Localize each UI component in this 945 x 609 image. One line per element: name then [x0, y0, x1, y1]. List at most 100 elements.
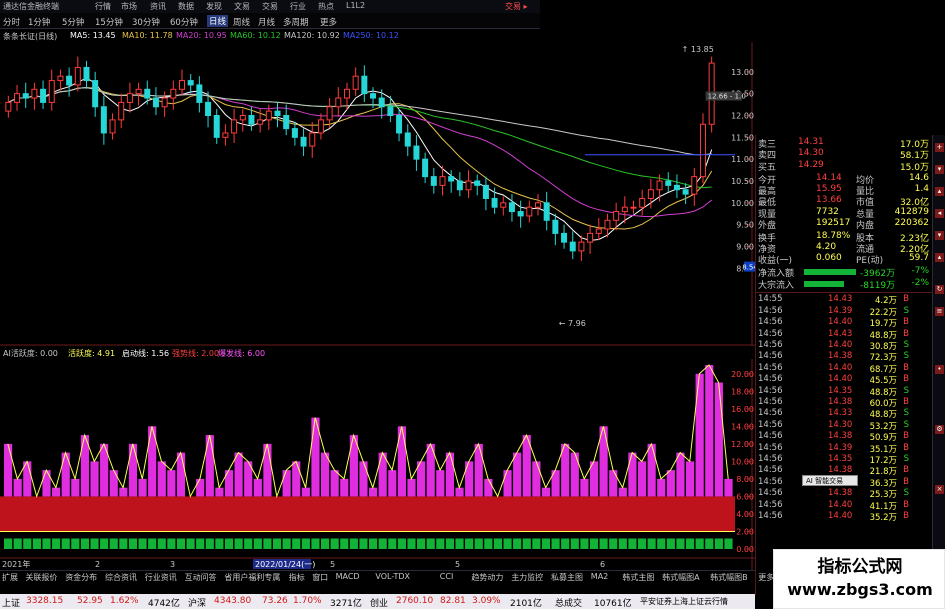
plus-icon[interactable]: +	[935, 143, 944, 152]
tick-side: B	[903, 362, 909, 373]
ma120-label: MA120: 10.92	[284, 31, 340, 40]
indicator-tab[interactable]: 综合资讯	[105, 572, 137, 583]
activity-base-bar	[90, 538, 99, 549]
menu-faxian[interactable]: 发现	[206, 1, 222, 12]
activity-base-bar	[695, 538, 704, 549]
indicator-tab[interactable]: VOL-TDX	[375, 572, 410, 581]
indicator-tab[interactable]: CCI	[440, 572, 454, 581]
activity-bar	[71, 478, 80, 497]
candle-body	[265, 110, 272, 121]
activity-base-bar	[359, 538, 368, 549]
period-daily[interactable]: 日线	[207, 15, 229, 27]
indicator-tab[interactable]: 关联报价	[25, 572, 57, 583]
trade-link[interactable]: 交易 ▸	[505, 1, 528, 12]
period-1min[interactable]: 1分钟	[28, 16, 50, 28]
activity-base-bar	[637, 538, 647, 549]
menu-redian[interactable]: 热点	[318, 1, 334, 12]
activity-base-bar	[340, 538, 349, 549]
indicator-chart[interactable]: 20.0018.0016.0014.0012.0010.008.006.004.…	[0, 359, 755, 570]
period-monthly[interactable]: 月线	[258, 16, 275, 28]
tick-volume: 22.2万	[869, 307, 897, 318]
tick-volume: 48.8万	[869, 330, 897, 341]
period-multi[interactable]: 多周期	[283, 16, 309, 28]
menu-zixun[interactable]: 资讯	[150, 1, 166, 12]
indicator-tab[interactable]: 扩展	[2, 572, 18, 583]
activity-bar	[167, 470, 176, 497]
chevron-up-icon[interactable]: ▴	[935, 187, 944, 196]
menu-shichang[interactable]: 市场	[121, 1, 137, 12]
tick-price: 14.39	[828, 442, 853, 453]
candle-body	[161, 97, 168, 108]
quote-label: 收益(一)	[758, 256, 793, 267]
indicator-tab[interactable]: 省用户福利专属	[224, 572, 280, 583]
tick-side: B	[903, 397, 909, 407]
tick-row: 14:56 14.38 72.3万 S	[756, 351, 933, 363]
quote-price: 14.31	[798, 137, 824, 147]
kline-chart[interactable]: 13.0012.5012.0011.5011.0010.5010.009.509…	[0, 42, 755, 346]
period-60min[interactable]: 60分钟	[170, 16, 198, 28]
pin-icon[interactable]: •	[935, 365, 944, 374]
menu-hangqing[interactable]: 行情	[95, 1, 111, 12]
indicator-tick-label: 6.00	[736, 492, 754, 501]
period-15min[interactable]: 15分钟	[95, 16, 123, 28]
menu-icon[interactable]: ≡	[935, 307, 944, 316]
chevron-up-icon[interactable]: ▴	[935, 253, 944, 262]
index-hs-change: 73.26	[262, 596, 288, 606]
period-fenshi[interactable]: 分时	[3, 16, 20, 28]
ma10-label: MA10: 11.78	[122, 31, 173, 40]
close-icon[interactable]: ×	[935, 485, 944, 494]
indicator-tab[interactable]: 韩式幅图A	[662, 572, 699, 583]
period-30min[interactable]: 30分钟	[132, 16, 160, 28]
quote-row: 卖三 14.31 17.0万	[756, 137, 933, 150]
x-tick-label: 2022/01/24(一)	[255, 560, 315, 569]
menu-jiaoyi[interactable]: 交易	[262, 1, 278, 12]
indicator-tab[interactable]: 指标	[289, 572, 305, 583]
candle-body	[144, 88, 151, 99]
indicator-tab[interactable]: MA2	[591, 572, 608, 581]
menu-hangye[interactable]: 行业	[290, 1, 306, 12]
indicator-tab[interactable]: 私募主图	[551, 572, 583, 583]
indicator-tab[interactable]: 资金分布	[65, 572, 97, 583]
activity-bar	[196, 478, 205, 497]
indicator-tick-label: 2.00	[736, 527, 754, 536]
period-weekly[interactable]: 周线	[233, 16, 250, 28]
expand-icon[interactable]: ◂	[935, 209, 944, 218]
activity-base-bar	[685, 538, 695, 549]
indicator-tab[interactable]: 趋势动力	[471, 572, 503, 583]
price-tick-label: 10.50	[731, 177, 754, 186]
period-5min[interactable]: 5分钟	[62, 16, 84, 28]
activity-base-bar	[369, 538, 378, 549]
tick-price: 14.40	[828, 317, 853, 328]
chevron-down-icon[interactable]: ▾	[935, 231, 944, 240]
settings-icon[interactable]: ⚙	[935, 425, 944, 434]
activity-base-bar	[272, 538, 282, 549]
indicator-tab[interactable]: 主力监控	[511, 572, 543, 583]
activity-base-bar	[301, 538, 310, 549]
fund-flow-value: -8119万	[860, 281, 896, 292]
fund-flow-bar	[804, 281, 844, 288]
indicator-tab[interactable]: 韩式主图	[622, 572, 654, 583]
period-more[interactable]: 更多	[320, 16, 337, 28]
menu-wenyi[interactable]: 文易	[234, 1, 250, 12]
activity-label: 活跃度: 4.91	[68, 349, 116, 358]
refresh-icon[interactable]: ↻	[935, 285, 944, 294]
chevron-down-icon[interactable]: ▾	[935, 165, 944, 174]
indicator-tab[interactable]: 更多	[758, 572, 774, 583]
tick-price: 14.35	[828, 454, 853, 464]
quote-row: 今开 14.14 均价 14.6	[756, 173, 933, 186]
ai-trade-popup[interactable]: AI 智能交易	[802, 474, 858, 486]
fund-flow-row: 大宗流入 -8119万 -2%	[756, 278, 933, 292]
indicator-tab[interactable]: 窗口	[312, 572, 328, 583]
indicator-tab[interactable]: MACD	[336, 572, 360, 581]
candle-body	[248, 115, 255, 125]
activity-base-bar	[714, 538, 723, 549]
menu-shuju[interactable]: 数据	[178, 1, 194, 12]
candle-body	[326, 106, 333, 121]
indicator-tab[interactable]: 韩式幅图B	[710, 572, 748, 583]
tick-time: 14:55	[758, 294, 783, 305]
menu-l1l2[interactable]: L1L2	[346, 1, 365, 10]
indicator-tab[interactable]: 互动问答	[185, 572, 217, 583]
tick-row: 14:56 14.33 48.8万 S	[756, 408, 933, 420]
tick-side: B	[903, 317, 909, 328]
indicator-tab[interactable]: 行业资讯	[145, 572, 177, 583]
